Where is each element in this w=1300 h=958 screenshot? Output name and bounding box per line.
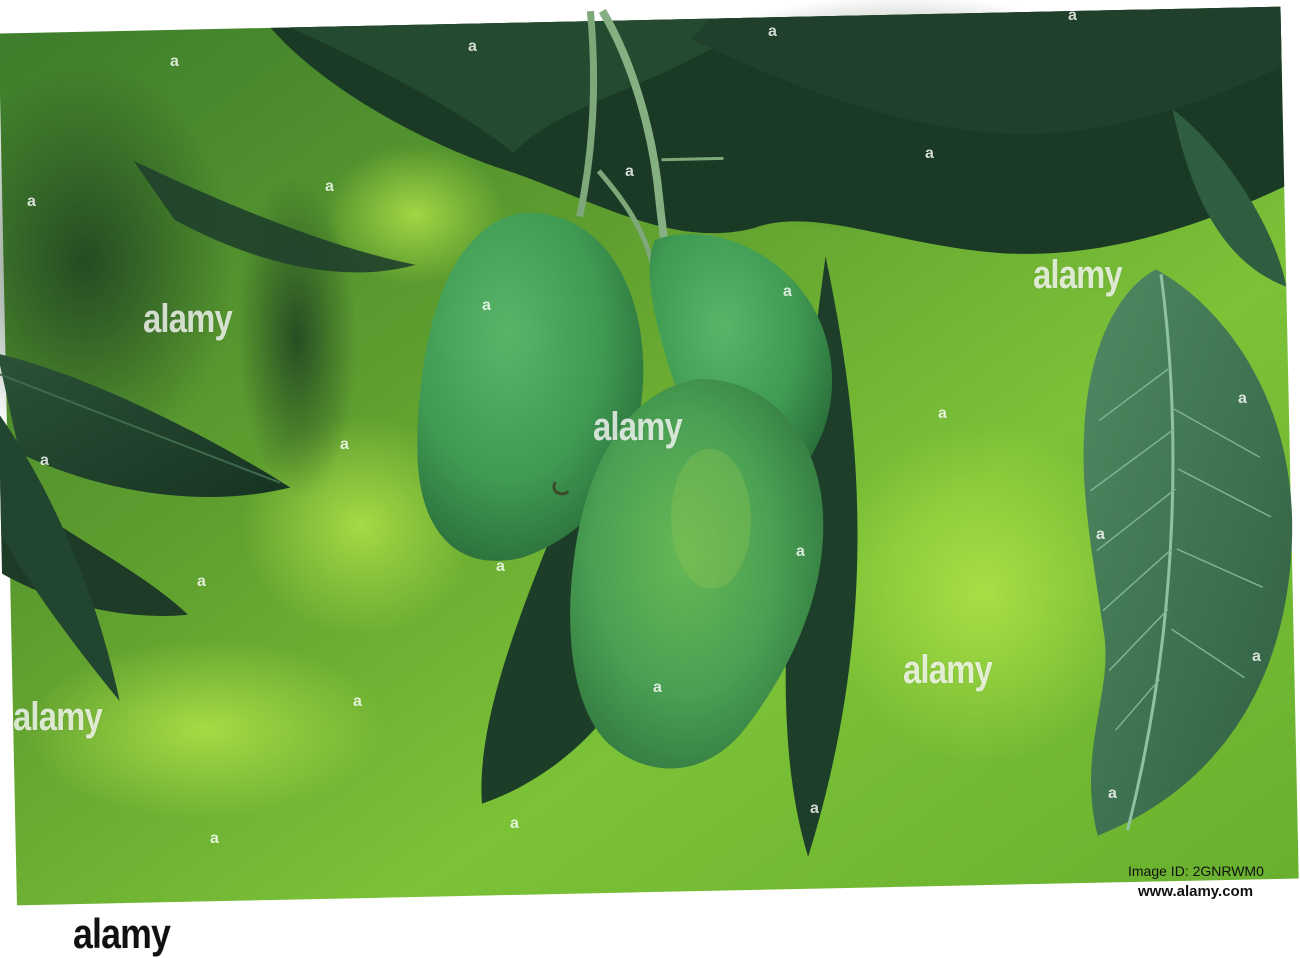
site-url-link[interactable]: www.alamy.com [1138, 883, 1253, 900]
watermark-mark: a [1108, 785, 1117, 802]
watermark-mark: a [340, 436, 349, 453]
watermark-mark: a [1096, 526, 1105, 543]
watermark-mark: a [510, 815, 519, 832]
watermark-mark: a [496, 558, 505, 575]
watermark-mark: a [783, 283, 792, 300]
watermark-mark: a [796, 543, 805, 560]
watermark-mark: a [27, 193, 36, 210]
watermark-mark: a [197, 573, 206, 590]
watermark-mark: a [468, 38, 477, 55]
watermark-text: alamy [593, 405, 683, 449]
watermark-mark: a [210, 830, 219, 847]
alamy-logo: alamy [73, 910, 171, 957]
watermark-mark: a [325, 178, 334, 195]
watermark-mark: a [40, 452, 49, 469]
watermark-text: alamy [1033, 253, 1123, 297]
watermark-text: alamy [143, 297, 233, 341]
watermark-mark: a [625, 163, 634, 180]
mango-photo [0, 0, 1299, 906]
watermark-mark: a [1252, 648, 1261, 665]
watermark-text: alamy [903, 648, 993, 692]
watermark-mark: a [1068, 7, 1077, 24]
watermark-mark: a [768, 23, 777, 40]
watermark-mark: a [1238, 390, 1247, 407]
watermark-mark: a [810, 800, 819, 817]
watermark-mark: a [170, 53, 179, 70]
watermark-mark: a [653, 679, 662, 696]
watermark-mark: a [482, 297, 491, 314]
watermark-text: alamy [13, 695, 103, 739]
watermark-mark: a [353, 693, 362, 710]
image-id-label: Image ID: 2GNRWM0 [1128, 863, 1264, 879]
watermark-mark: a [925, 145, 934, 162]
watermark-mark: a [938, 405, 947, 422]
